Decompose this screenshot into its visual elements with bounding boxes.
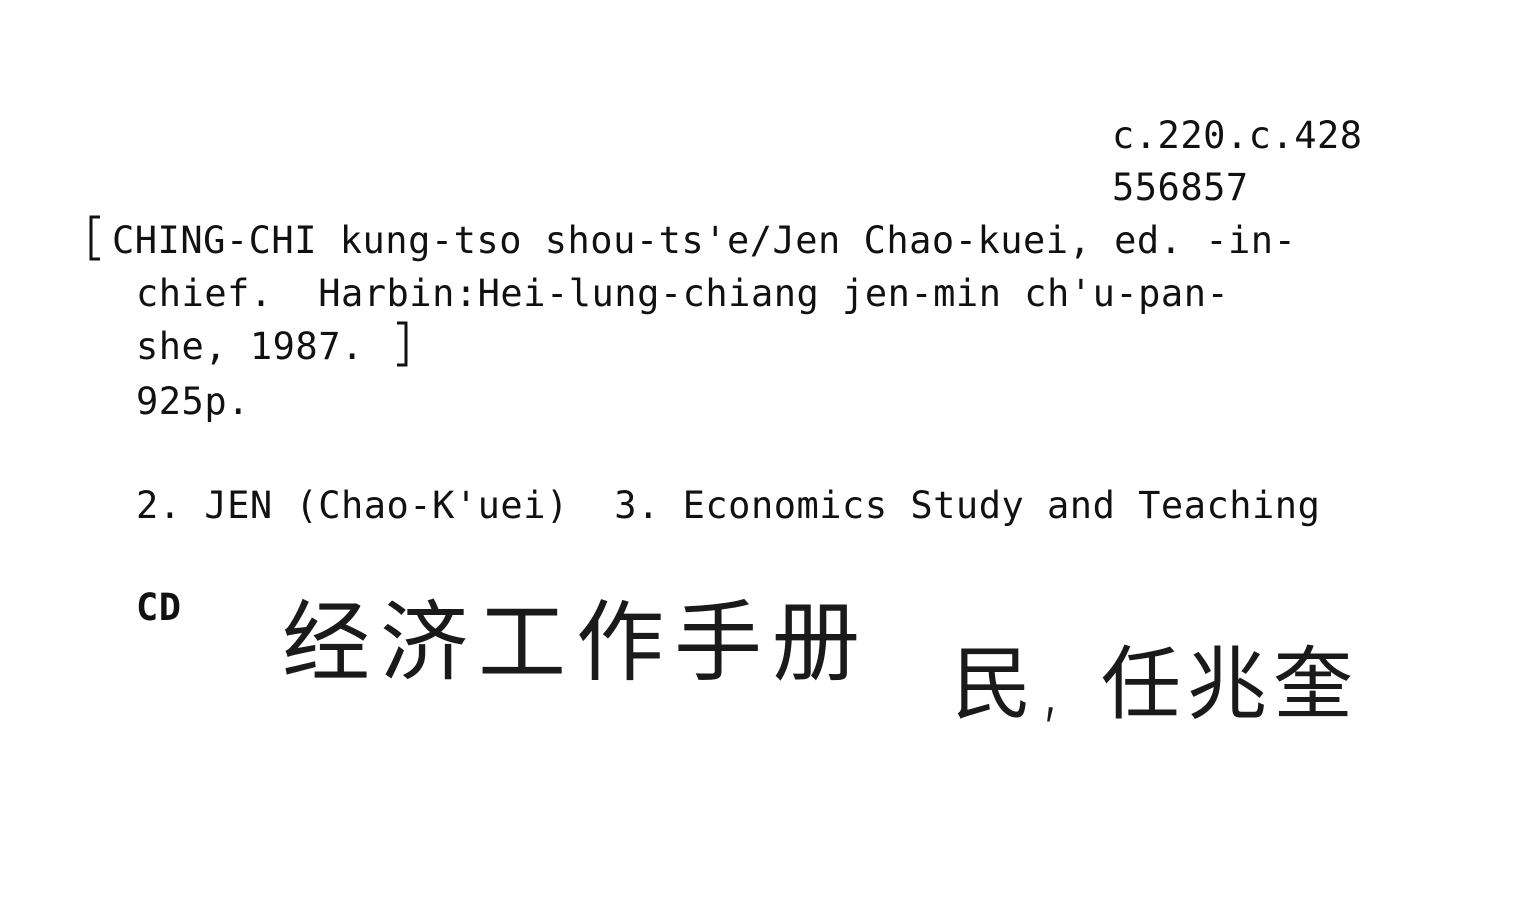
- title-statement-line-2: chief. Harbin:Hei-lung-chiang jen-min ch…: [136, 272, 1230, 315]
- title-statement-line-1: CHING-CHI kung-tso shou-ts'e/Jen Chao-ku…: [112, 219, 1297, 262]
- cd-label: CD: [136, 586, 182, 629]
- subject-tracings: 2. JEN (Chao-K'uei) 3. Economics Study a…: [136, 484, 1321, 527]
- accession-number: 556857: [1112, 166, 1249, 209]
- pagination: 925p.: [136, 380, 250, 423]
- handwritten-chinese-title: 经济工作手册: [282, 591, 871, 694]
- shelfmark: c.220.c.428: [1112, 114, 1363, 157]
- catalog-card: c.220.c.428 556857 CHING-CHI kung-tso sh…: [0, 0, 1518, 915]
- handwritten-chinese-author: 民, 任兆奎: [952, 638, 1359, 731]
- open-bracket-mark: [89, 215, 100, 261]
- close-bracket-mark: [397, 321, 408, 367]
- title-statement-line-3: she, 1987.: [136, 325, 364, 368]
